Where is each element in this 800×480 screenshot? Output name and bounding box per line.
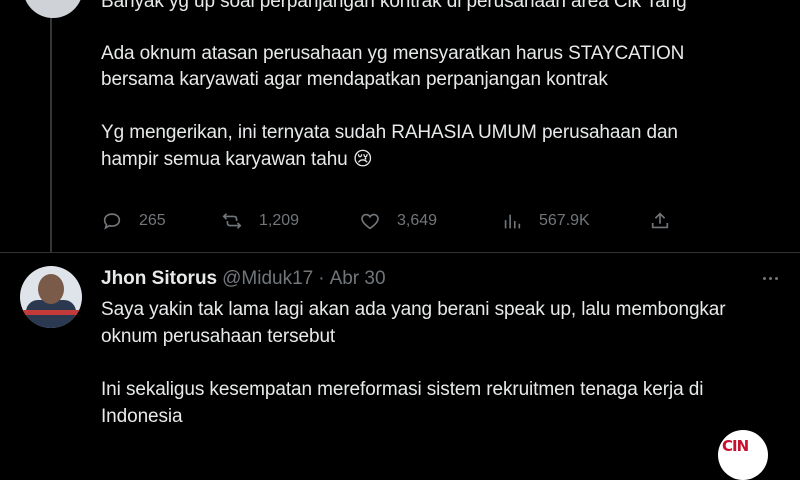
tweet-text-line: Saya yakin tak lama lagi akan ada yang b… [101,299,726,320]
avatar[interactable] [23,0,83,18]
repost-icon [222,213,242,229]
thread-connector-line [50,0,52,252]
share-button[interactable] [649,206,671,236]
tweet-text-line: Banyak yg up soal perpanjangan kontrak d… [101,0,687,12]
divider [0,252,800,253]
more-icon [762,276,766,280]
display-name[interactable]: Jhon Sitorus [101,268,217,290]
tweet-text-line: Yg mengerikan, ini ternyata sudah RAHASI… [101,122,678,143]
tweet-header: Jhon Sitorus @Miduk17 · Abr 30 [101,266,386,292]
tweet-text-line: oknum perusahaan tersebut [101,326,336,347]
more-options-button[interactable] [758,268,782,288]
repost-button[interactable]: 1,209 [221,206,299,236]
reply-icon [103,213,121,230]
tweet-text-line: hampir semua karyawan tahu 😢 [101,149,373,170]
tweet-text-line: Ini sekaligus kesempatan mereformasi sis… [101,379,704,400]
user-handle[interactable]: @Miduk17 [222,268,313,290]
views-button[interactable]: 567.9K [501,206,590,236]
heart-icon [361,213,379,230]
tweet-text-line: Indonesia [101,406,183,427]
tweet-text-line: Ada oknum atasan perusahaan yg mensyarat… [101,43,685,64]
reply-count: 265 [139,212,166,229]
share-icon [651,212,669,229]
analytics-icon [504,214,521,229]
reply-button[interactable]: 265 [101,206,166,236]
view-count: 567.9K [539,212,590,229]
watermark-text: CIN [722,437,749,455]
repost-count: 1,209 [259,212,300,229]
separator-dot: · [318,268,325,289]
avatar[interactable] [20,266,82,328]
like-count: 3,649 [397,212,438,229]
tweet-date[interactable]: Abr 30 [330,268,386,290]
tweet-actions: 265 1,209 3,649 567.9K [101,206,681,236]
like-button[interactable]: 3,649 [359,206,437,236]
tweet-text-line: bersama karyawati agar mendapatkan perpa… [101,69,608,90]
watermark-logo: CIN [718,430,768,480]
